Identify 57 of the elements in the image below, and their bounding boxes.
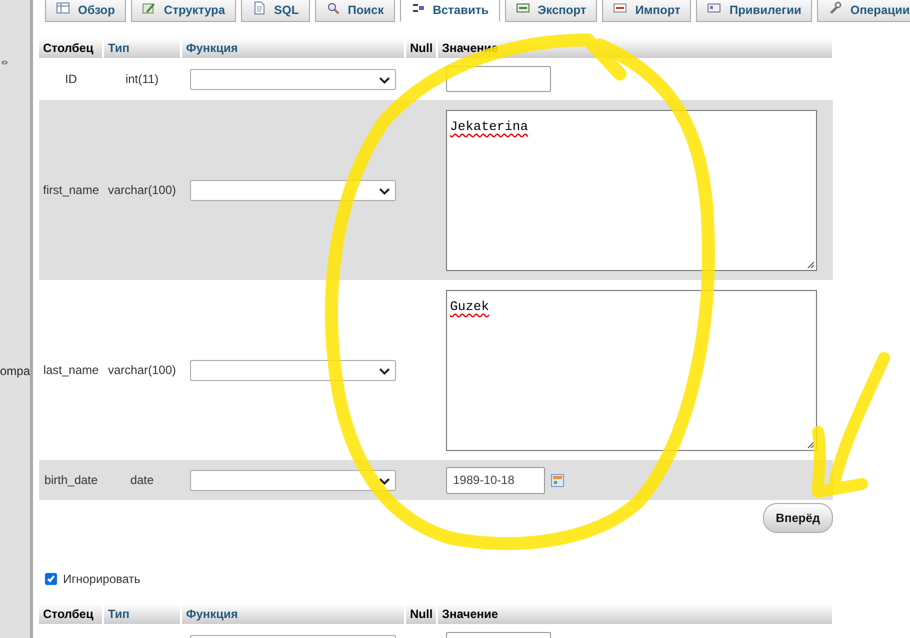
- column-type: varchar(100): [108, 183, 176, 197]
- insert-icon: [410, 1, 425, 15]
- tab[interactable]: Вставить: [400, 0, 500, 22]
- column-name: last_name: [43, 363, 99, 377]
- import-icon: [613, 1, 628, 15]
- column-header: Null: [405, 38, 437, 58]
- column-header: Значение: [437, 604, 833, 624]
- column-header: Null: [405, 604, 437, 624]
- sidebar-item[interactable]: ompa: [0, 362, 30, 380]
- tab[interactable]: Структура: [130, 0, 236, 22]
- value-text: Jekaterina: [450, 118, 528, 134]
- chevron-down-icon: [379, 188, 390, 194]
- wrench-icon: [828, 1, 842, 15]
- eye-icon[interactable]: [1, 60, 8, 65]
- submit-button[interactable]: Вперёд: [762, 503, 833, 533]
- pencil-table-icon: [142, 1, 156, 15]
- value-text: Guzek: [450, 298, 490, 314]
- date-field[interactable]: 1989-10-18: [446, 466, 545, 494]
- table-icon: [56, 1, 70, 15]
- function-select[interactable]: [190, 360, 396, 380]
- value-textarea[interactable]: Jekaterina: [446, 110, 817, 270]
- column-header: Тип: [103, 604, 181, 624]
- function-select[interactable]: [190, 68, 396, 90]
- column-type: varchar(100): [108, 363, 176, 377]
- column-header: Тип: [103, 38, 181, 58]
- chevron-down-icon: [379, 76, 390, 84]
- column-header: Функция: [181, 38, 405, 58]
- function-select[interactable]: [190, 180, 396, 200]
- chevron-down-icon: [379, 478, 390, 484]
- column-name: birth_date: [44, 473, 98, 487]
- column-type: int(11): [125, 72, 159, 86]
- value-field[interactable]: [446, 66, 551, 92]
- checkbox[interactable]: [45, 573, 57, 585]
- column-type: date: [130, 473, 154, 487]
- resize-grip-icon[interactable]: [806, 260, 815, 268]
- tab[interactable]: SQL: [241, 0, 310, 22]
- export-icon: [516, 1, 530, 15]
- tab[interactable]: Операции: [817, 0, 910, 22]
- tab[interactable]: Поиск: [314, 0, 395, 22]
- card-icon: [707, 1, 722, 15]
- column-header: Столбец: [39, 604, 103, 624]
- tab[interactable]: Обзор: [45, 0, 126, 22]
- column-header: Столбец: [39, 38, 103, 58]
- column-name: ID: [65, 72, 77, 86]
- checkbox-label[interactable]: Игнорировать: [63, 570, 140, 588]
- tab[interactable]: Импорт: [602, 0, 692, 22]
- tab[interactable]: Привилегии: [696, 0, 812, 22]
- calendar-icon[interactable]: [551, 474, 564, 486]
- document-icon: [252, 1, 266, 15]
- chevron-down-icon: [379, 368, 390, 374]
- tab[interactable]: Экспорт: [504, 0, 598, 22]
- function-select[interactable]: [190, 470, 396, 490]
- resize-grip-icon[interactable]: [806, 440, 815, 448]
- column-name: first_name: [42, 183, 100, 197]
- search-icon: [326, 1, 340, 15]
- column-header: Функция: [181, 604, 405, 624]
- value-textarea[interactable]: Guzek: [446, 290, 817, 450]
